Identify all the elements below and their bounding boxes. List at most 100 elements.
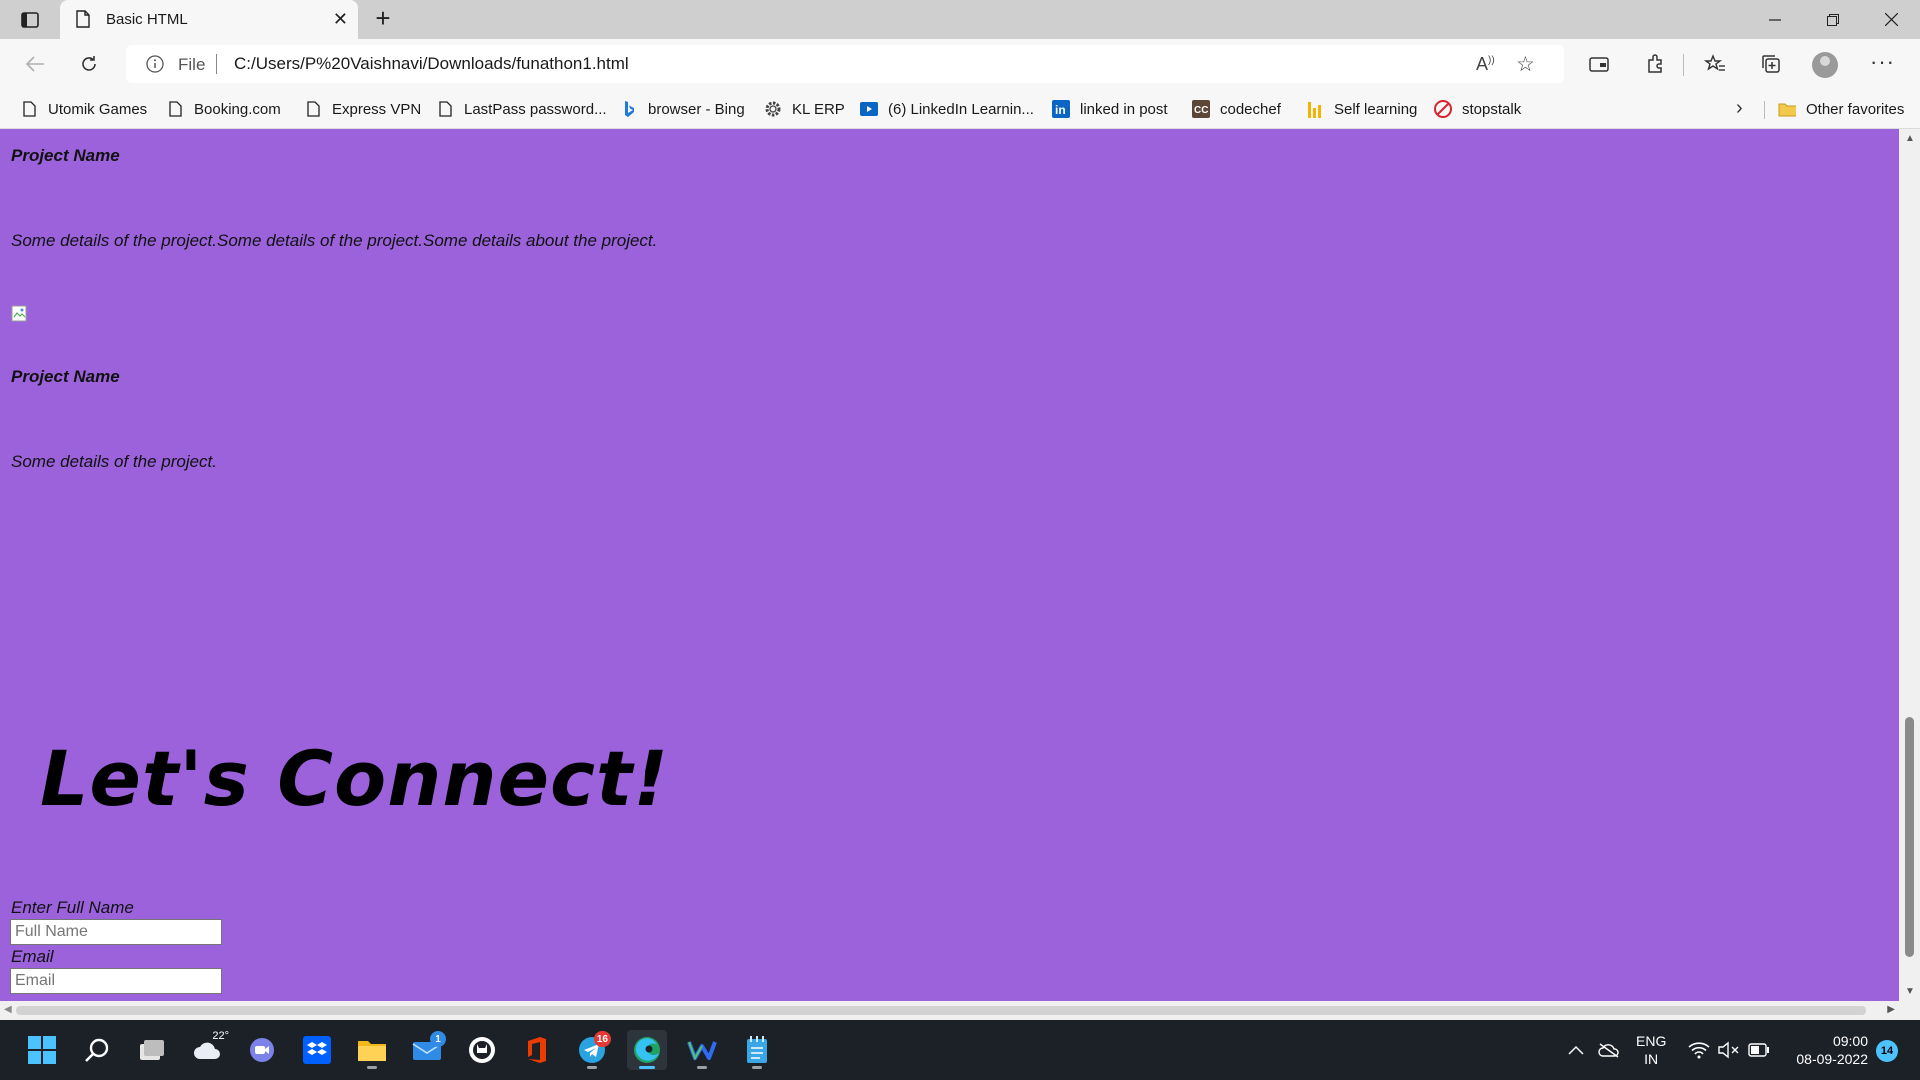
telegram-app[interactable]: 16 xyxy=(572,1030,612,1070)
restore-button[interactable] xyxy=(1804,0,1862,39)
tab-actions-icon xyxy=(21,12,39,28)
bookmark-booking[interactable]: Booking.com xyxy=(166,98,281,120)
bookmark-label: Booking.com xyxy=(194,100,281,118)
edge-browser-app[interactable] xyxy=(627,1030,667,1070)
bookmark-other-favorites[interactable]: Other favorites xyxy=(1778,98,1904,120)
tab-title: Basic HTML xyxy=(106,11,188,28)
tab-basic-html[interactable]: Basic HTML ✕ xyxy=(60,0,358,39)
battery-icon[interactable] xyxy=(1748,1020,1770,1080)
video-chat-icon xyxy=(250,1038,274,1062)
page-icon xyxy=(76,10,90,33)
language-region: IN xyxy=(1644,1051,1659,1067)
bookmark-lastpass[interactable]: LastPass password... xyxy=(436,98,607,120)
teams-chat-app[interactable] xyxy=(242,1030,282,1070)
bookmark-linked-in-post[interactable]: in linked in post xyxy=(1052,98,1168,120)
wallet-icon[interactable] xyxy=(1584,50,1614,78)
refresh-icon xyxy=(82,56,96,71)
page-icon xyxy=(436,100,454,118)
wifi-icon[interactable] xyxy=(1688,1020,1710,1080)
project-details: Some details of the project.Some details… xyxy=(11,231,658,250)
scrollbar-thumb[interactable] xyxy=(16,1006,1866,1015)
folder-icon xyxy=(1778,100,1796,118)
weather-widget[interactable]: 22° xyxy=(187,1030,229,1070)
page-icon xyxy=(166,100,184,118)
bookmark-stopstalk[interactable]: stopstalk xyxy=(1434,98,1521,120)
scrollbar-thumb[interactable] xyxy=(1905,717,1914,957)
dropbox-app[interactable] xyxy=(297,1030,337,1070)
project-name: Project Name xyxy=(11,146,120,165)
close-icon[interactable]: ✕ xyxy=(333,9,348,29)
horizontal-scrollbar[interactable]: ◀ ▶ xyxy=(0,1001,1899,1020)
search-button[interactable] xyxy=(77,1030,117,1070)
avatar[interactable] xyxy=(1812,52,1838,78)
running-indicator xyxy=(367,1066,377,1069)
bookmark-label: Self learning xyxy=(1334,100,1418,118)
full-name-input[interactable] xyxy=(10,919,222,945)
webex-app[interactable] xyxy=(682,1030,722,1070)
restore-icon xyxy=(1827,13,1839,26)
page-icon xyxy=(20,100,38,118)
new-tab-button[interactable]: + xyxy=(368,4,398,34)
extensions-icon[interactable] xyxy=(1640,50,1670,78)
refresh-button[interactable] xyxy=(72,48,106,80)
running-indicator xyxy=(639,1066,655,1069)
bars-icon xyxy=(1306,100,1324,118)
weather-temp: 22° xyxy=(212,1030,229,1042)
bookmark-label: Express VPN xyxy=(332,100,422,118)
onedrive-icon[interactable] xyxy=(1598,1020,1620,1080)
svg-text:CC: CC xyxy=(1194,105,1208,116)
tab-actions-button[interactable] xyxy=(16,8,44,32)
bookmark-utomik-games[interactable]: Utomik Games xyxy=(20,98,147,120)
running-indicator xyxy=(587,1066,597,1069)
bookmark-express-vpn[interactable]: Express VPN xyxy=(304,98,421,120)
bookmark-kl-erp[interactable]: KL ERP xyxy=(764,98,845,120)
bookmark-browser-bing[interactable]: browser - Bing xyxy=(620,98,745,120)
scroll-left-icon[interactable]: ◀ xyxy=(4,1004,12,1015)
file-explorer-app[interactable] xyxy=(352,1030,392,1070)
codechef-icon: CC xyxy=(1192,100,1210,118)
language-indicator[interactable]: ENG IN xyxy=(1636,1032,1666,1068)
office-app[interactable] xyxy=(517,1030,557,1070)
github-desktop-app[interactable] xyxy=(462,1030,502,1070)
toolbar-separator xyxy=(1683,54,1684,76)
info-icon[interactable] xyxy=(146,55,164,78)
notification-badge[interactable]: 14 xyxy=(1876,1040,1898,1062)
page-viewport: Project Name Some details of the project… xyxy=(0,129,1899,1001)
back-button[interactable] xyxy=(18,48,52,80)
email-input[interactable] xyxy=(10,968,222,994)
notepad-app[interactable] xyxy=(737,1030,777,1070)
page-icon xyxy=(304,100,322,118)
scroll-right-icon[interactable]: ▶ xyxy=(1887,1004,1895,1015)
chevron-up-icon[interactable] xyxy=(1568,1020,1584,1080)
read-aloud-icon[interactable]: A)) xyxy=(1476,54,1495,75)
full-name-label: Enter Full Name xyxy=(11,898,134,917)
bookmark-linkedin-learning[interactable]: (6) LinkedIn Learnin... xyxy=(860,98,1034,120)
bookmark-self-learning[interactable]: Self learning xyxy=(1306,98,1417,120)
favorites-icon[interactable] xyxy=(1700,50,1730,78)
task-view-button[interactable] xyxy=(132,1030,172,1070)
bookmarks-separator xyxy=(1764,101,1765,119)
scroll-down-icon[interactable]: ▼ xyxy=(1905,986,1915,997)
bookmark-codechef[interactable]: CC codechef xyxy=(1192,98,1281,120)
stopstalk-icon xyxy=(1434,100,1452,118)
vertical-scrollbar[interactable]: ▲ ▼ xyxy=(1899,129,1920,1001)
volume-muted-icon[interactable] xyxy=(1718,1020,1740,1080)
minimize-icon xyxy=(1769,18,1781,21)
edge-icon xyxy=(634,1037,660,1063)
more-options-icon[interactable]: ··· xyxy=(1870,49,1895,75)
scroll-up-icon[interactable]: ▲ xyxy=(1905,133,1915,144)
clock[interactable]: 09:00 08-09-2022 xyxy=(1784,1032,1868,1068)
bookmarks-bar: Utomik Games Booking.com Express VPN Las… xyxy=(0,89,1920,129)
add-favorite-icon[interactable]: ☆ xyxy=(1516,52,1535,77)
chevron-right-icon[interactable]: › xyxy=(1736,97,1743,120)
project-details: Some details of the project. xyxy=(11,452,218,471)
collections-icon[interactable] xyxy=(1756,50,1786,78)
address-separator xyxy=(216,54,217,74)
minimize-button[interactable] xyxy=(1746,0,1804,39)
search-icon xyxy=(85,1038,109,1062)
window-close-button[interactable] xyxy=(1862,0,1920,39)
address-bar[interactable]: File C:/Users/P%20Vaishnavi/Downloads/fu… xyxy=(126,45,1564,83)
start-button[interactable] xyxy=(22,1030,62,1070)
url-text[interactable]: C:/Users/P%20Vaishnavi/Downloads/funatho… xyxy=(234,54,629,74)
mail-app[interactable]: 1 xyxy=(407,1030,447,1070)
